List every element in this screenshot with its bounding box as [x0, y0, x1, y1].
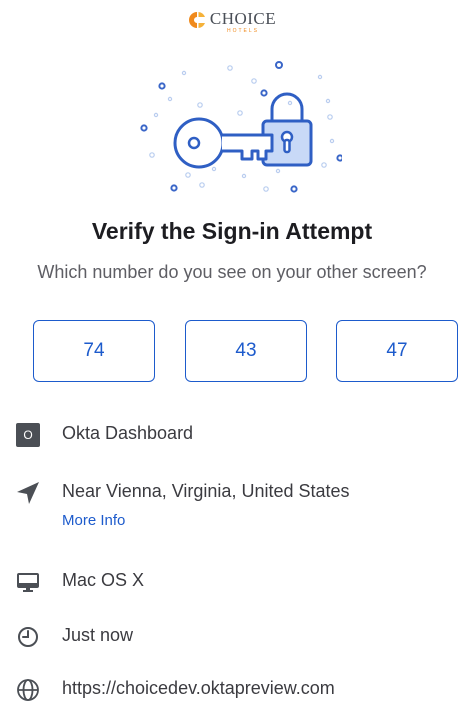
verification-prompt: Which number do you see on your other sc…	[37, 262, 427, 282]
detail-row-time: Just now	[14, 623, 133, 651]
okta-app-icon: O	[14, 421, 42, 449]
number-choice-button[interactable]: 47	[336, 320, 458, 382]
more-info-link[interactable]: More Info	[62, 512, 125, 529]
time-text: Just now	[62, 625, 134, 645]
number-choice-button[interactable]: 43	[185, 320, 307, 382]
choice-logo-icon	[188, 12, 205, 28]
app-name: Okta Dashboard	[62, 423, 194, 443]
detail-row-location: Near Vienna, Virginia, United States	[14, 479, 350, 507]
page-title: Verify the Sign-in Attempt	[91, 218, 373, 244]
device-text: Mac OS X	[62, 570, 145, 590]
origin-url: https://choicedev.oktapreview.com	[62, 678, 335, 698]
desktop-icon	[14, 568, 42, 596]
detail-row-device: Mac OS X	[14, 568, 144, 596]
key-lock-illustration	[140, 61, 342, 193]
clock-icon	[14, 623, 42, 651]
location-arrow-icon	[14, 479, 42, 507]
detail-row-app: O Okta Dashboard	[14, 421, 193, 449]
location-text: Near Vienna, Virginia, United States	[62, 481, 350, 501]
brand-name: CHOICE	[209, 9, 277, 28]
brand-subtitle: HOTELS	[226, 28, 259, 34]
brand-logo: CHOICE HOTELS	[0, 10, 464, 34]
number-choice-button[interactable]: 74	[33, 320, 155, 382]
number-choice-group: 74 43 47	[33, 320, 459, 386]
app-badge: O	[16, 423, 40, 447]
